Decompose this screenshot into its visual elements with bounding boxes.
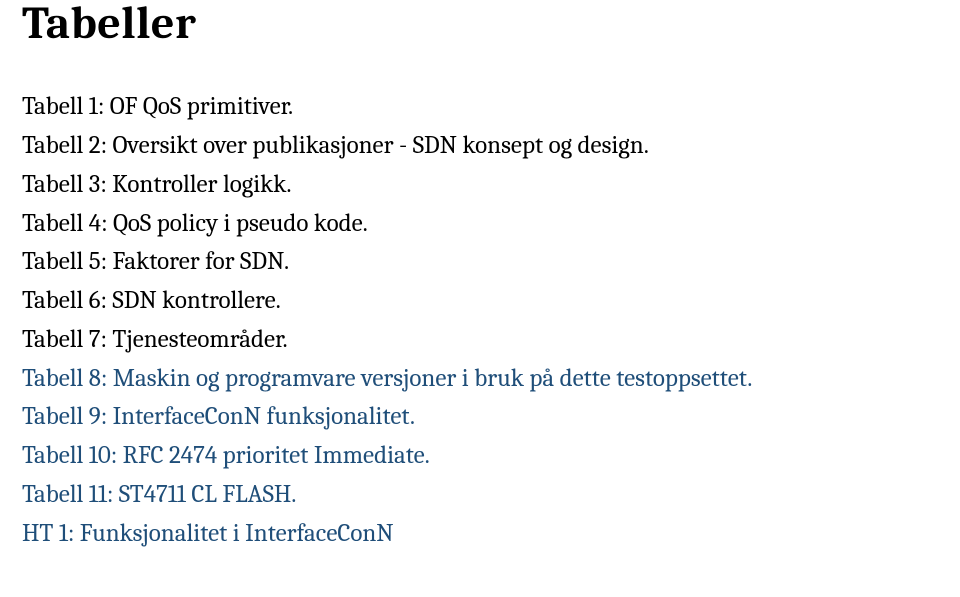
toc-entry-10[interactable]: Tabell 10: RFC 2474 prioritet Immediate. bbox=[22, 437, 938, 476]
toc-entry-5: Tabell 5: Faktorer for SDN. bbox=[22, 243, 938, 282]
toc-entry-7: Tabell 7: Tjenesteområder. bbox=[22, 321, 938, 360]
toc-entry-11[interactable]: Tabell 11: ST4711 CL FLASH. bbox=[22, 476, 938, 515]
document-page: Tabeller Tabell 1: OF QoS primitiver.Tab… bbox=[0, 0, 960, 553]
table-of-tables: Tabell 1: OF QoS primitiver.Tabell 2: Ov… bbox=[22, 88, 938, 553]
toc-entry-9[interactable]: Tabell 9: InterfaceConN funksjonalitet. bbox=[22, 398, 938, 437]
toc-entry-12[interactable]: HT 1: Funksjonalitet i InterfaceConN bbox=[22, 515, 938, 554]
toc-entry-6: Tabell 6: SDN kontrollere. bbox=[22, 282, 938, 321]
toc-entry-2: Tabell 2: Oversikt over publikasjoner - … bbox=[22, 127, 938, 166]
toc-entry-4: Tabell 4: QoS policy i pseudo kode. bbox=[22, 205, 938, 244]
page-title: Tabeller bbox=[22, 0, 938, 48]
toc-entry-8[interactable]: Tabell 8: Maskin og programvare versjone… bbox=[22, 360, 938, 399]
toc-entry-1: Tabell 1: OF QoS primitiver. bbox=[22, 88, 938, 127]
toc-entry-3: Tabell 3: Kontroller logikk. bbox=[22, 166, 938, 205]
